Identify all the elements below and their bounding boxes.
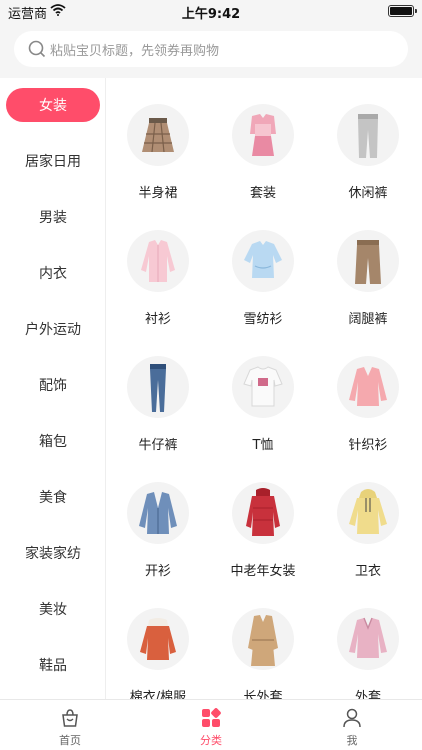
category-grid-icon [202,708,221,727]
person-icon [343,708,361,728]
sidebar-item-label: 女装 [39,98,67,114]
category-label: 套装 [249,186,276,201]
chiffon-top-icon [244,241,282,278]
sidebar-item-label: 箱包 [39,434,67,450]
sidebar-item-outdoor[interactable]: 户外运动 [0,302,106,358]
search-input[interactable]: 粘贴宝贝标题，先领券再购物 [14,31,408,67]
category-label: 针织衫 [348,438,388,453]
sidebar-item-underwear[interactable]: 内衣 [0,246,106,302]
category-item[interactable]: 中老年女装 [213,456,313,579]
category-item[interactable]: 套装 [213,78,313,201]
hoodie-icon [349,489,387,534]
tshirt-icon [243,366,283,407]
sidebar-item-label: 美食 [39,490,67,506]
tab-bar: 首页 分类 我 [0,699,422,750]
tab-label: 分类 [200,734,222,747]
category-item[interactable]: 棉衣/棉服 [108,582,208,699]
sidebar-item-home-goods[interactable]: 居家日用 [0,134,106,190]
trench-coat-icon [248,615,278,666]
skirt-icon [142,118,174,153]
sidebar-item-label: 内衣 [39,266,67,282]
sidebar-item-label: 居家日用 [25,154,81,170]
search-area: 粘贴宝贝标题，先领券再购物 [0,22,422,78]
category-item[interactable]: 半身裙 [108,78,208,201]
sidebar-item-men[interactable]: 男装 [0,190,106,246]
category-label: 衬衫 [144,312,171,327]
sidebar-item-label: 男装 [39,210,67,226]
knit-sweater-icon [349,367,387,406]
category-item[interactable]: 牛仔裤 [108,330,208,453]
category-item[interactable]: 衬衫 [108,204,208,327]
jacket-icon [349,617,387,658]
shirt-icon [141,240,175,282]
category-item[interactable]: 休闲裤 [318,78,418,201]
tab-label: 我 [346,734,358,747]
category-item[interactable]: 卫衣 [318,456,418,579]
category-label: 牛仔裤 [138,438,178,453]
category-label: 阔腿裤 [348,312,388,327]
cardigan-icon [139,492,177,534]
sidebar-item-home-textile[interactable]: 家装家纺 [0,526,106,582]
casual-pants-icon [358,114,378,158]
category-grid: 半身裙 套装 休闲裤 衬衫 雪纺衫 阔腿裤 牛仔裤 T恤 针织衫 开衫 中老年女… [106,78,422,699]
category-item[interactable]: 阔腿裤 [318,204,418,327]
sidebar-item-women[interactable]: 女装 [0,78,106,134]
tab-label: 首页 [59,734,81,747]
battery-icon [388,5,417,17]
category-item[interactable]: 针织衫 [318,330,418,453]
category-label: 外套 [354,690,381,699]
category-label: 长外套 [243,690,283,699]
sidebar-item-accessories[interactable]: 配饰 [0,358,106,414]
status-time: 上午9:42 [181,7,241,22]
category-item[interactable]: 开衫 [108,456,208,579]
jeans-icon [150,364,166,412]
category-item[interactable]: 外套 [318,582,418,699]
sidebar-item-beauty[interactable]: 美妆 [0,582,106,638]
tab-home[interactable]: 首页 [0,700,140,750]
status-bar: 运营商 上午9:42 [0,0,422,22]
shopping-bag-icon [62,709,78,727]
sidebar-item-bags[interactable]: 箱包 [0,414,106,470]
sidebar-item-label: 户外运动 [25,322,81,338]
category-label: 半身裙 [138,186,178,201]
suit-set-icon [250,114,276,156]
search-icon [28,40,46,58]
category-label: 开衫 [144,564,171,579]
padded-coat-icon [246,488,280,536]
sidebar-item-label: 配饰 [39,378,67,394]
category-item[interactable]: 雪纺衫 [213,204,313,327]
category-label: 雪纺衫 [243,312,283,327]
category-item[interactable]: 长外套 [213,582,313,699]
cotton-coat-icon [140,618,176,660]
sidebar-item-food[interactable]: 美食 [0,470,106,526]
category-label: 棉衣/棉服 [129,690,187,699]
tab-me[interactable]: 我 [282,700,422,750]
category-item[interactable]: T恤 [213,330,313,453]
tab-category[interactable]: 分类 [141,700,281,750]
search-placeholder: 粘贴宝贝标题，先领券再购物 [50,44,220,59]
category-label: T恤 [252,438,274,453]
sidebar-item-label: 美妆 [39,602,67,618]
category-label: 休闲裤 [348,186,388,201]
category-label: 卫衣 [354,564,381,579]
sidebar-item-label: 鞋品 [39,658,67,674]
category-label: 中老年女装 [230,564,296,579]
sidebar-item-shoes[interactable]: 鞋品 [0,638,106,694]
sidebar-item-label: 家装家纺 [25,546,81,562]
category-sidebar: 女装 居家日用 男装 内衣 户外运动 配饰 箱包 美食 家装家纺 美妆 鞋品 [0,78,106,699]
wide-leg-pants-icon [355,240,381,284]
